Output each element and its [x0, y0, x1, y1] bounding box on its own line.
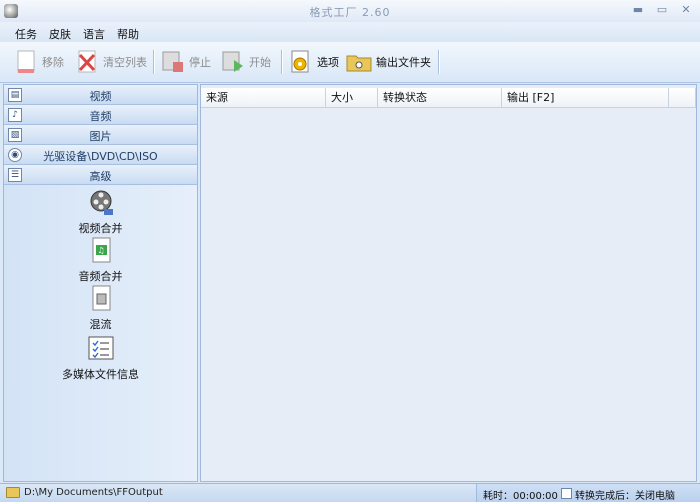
- tool-mux[interactable]: 混流: [4, 285, 197, 332]
- toolbar-separator: [153, 50, 155, 74]
- svg-text:♫: ♫: [97, 246, 104, 255]
- start-icon: [221, 49, 245, 75]
- tool-label: 视频合并: [78, 222, 123, 235]
- category-advanced[interactable]: ☰ 高级: [4, 165, 197, 185]
- options-label: 选项: [317, 56, 339, 69]
- tool-video-merge[interactable]: 视频合并: [4, 189, 197, 236]
- toolbar-separator: [438, 50, 440, 74]
- tool-label: 音频合并: [78, 270, 123, 283]
- category-audio[interactable]: ♪ 音频: [4, 105, 197, 125]
- column-source[interactable]: 来源: [201, 88, 326, 107]
- sidebar: ▤ 视频 ♪ 音频 ▧ 图片 ◉ 光驱设备\DVD\CD\ISO ☰ 高级 视频…: [3, 84, 198, 482]
- toolbar-separator: [281, 50, 283, 74]
- start-button[interactable]: 开始: [221, 48, 271, 76]
- film-reel-icon: [88, 189, 114, 217]
- clear-list-label: 清空列表: [103, 56, 147, 69]
- maximize-button[interactable]: ▭: [656, 3, 668, 17]
- output-path[interactable]: D:\My Documents\FFOutput: [6, 487, 163, 498]
- start-label: 开始: [249, 56, 271, 69]
- category-label: 视频: [89, 90, 112, 103]
- stop-label: 停止: [189, 56, 211, 69]
- elapsed-time: 耗时：00:00:00: [483, 491, 558, 502]
- output-folder-button[interactable]: 输出文件夹: [346, 48, 431, 76]
- column-status[interactable]: 转换状态: [378, 88, 502, 107]
- title-bar: 格式工厂 2.60 ▬ ▭ ✕: [0, 0, 700, 23]
- audio-file-icon: ♫: [88, 237, 114, 265]
- minimize-button[interactable]: ▬: [632, 3, 644, 17]
- category-disc[interactable]: ◉ 光驱设备\DVD\CD\ISO: [4, 145, 197, 165]
- checklist-icon: [88, 335, 114, 363]
- remove-button[interactable]: 移除: [14, 48, 64, 76]
- column-size[interactable]: 大小: [326, 88, 378, 107]
- remove-icon: [14, 49, 38, 75]
- menu-help[interactable]: 帮助: [117, 26, 139, 42]
- close-button[interactable]: ✕: [680, 3, 692, 17]
- folder-icon: [6, 487, 20, 498]
- menu-skin[interactable]: 皮肤: [49, 26, 71, 42]
- menu-task[interactable]: 任务: [15, 26, 37, 42]
- stop-icon: [161, 49, 185, 75]
- window-controls: ▬ ▭ ✕: [632, 3, 692, 17]
- tool-label: 混流: [89, 318, 112, 331]
- clear-list-icon: [75, 49, 99, 75]
- after-convert-label[interactable]: 转换完成后：关闭电脑: [575, 487, 675, 502]
- category-label: 音频: [89, 110, 112, 123]
- category-label: 高级: [89, 170, 112, 183]
- tool-audio-merge[interactable]: ♫ 音频合并: [4, 237, 197, 284]
- category-label: 光驱设备\DVD\CD\ISO: [43, 150, 158, 163]
- window-title: 格式工厂 2.60: [309, 6, 391, 19]
- tool-media-info[interactable]: 多媒体文件信息: [4, 335, 197, 382]
- category-label: 图片: [89, 130, 112, 143]
- column-header-row: 来源 大小 转换状态 输出 [F2]: [201, 88, 696, 108]
- tool-label: 多媒体文件信息: [62, 368, 139, 381]
- stop-button[interactable]: 停止: [161, 48, 211, 76]
- toolbar: 移除 清空列表 停止 开始 选项 输出文件夹: [0, 42, 700, 83]
- options-icon: [289, 49, 313, 75]
- file-list[interactable]: 来源 大小 转换状态 输出 [F2]: [200, 84, 697, 482]
- remove-label: 移除: [42, 56, 64, 69]
- status-bar: D:\My Documents\FFOutput 耗时：00:00:00 转换完…: [0, 483, 700, 502]
- category-video[interactable]: ▤ 视频: [4, 85, 197, 105]
- column-spacer: [669, 88, 696, 107]
- options-button[interactable]: 选项: [289, 48, 339, 76]
- column-output[interactable]: 输出 [F2]: [502, 88, 669, 107]
- category-picture[interactable]: ▧ 图片: [4, 125, 197, 145]
- folder-icon: [346, 49, 372, 75]
- mux-file-icon: [88, 285, 114, 313]
- output-path-text: D:\My Documents\FFOutput: [24, 487, 163, 498]
- menu-language[interactable]: 语言: [83, 26, 105, 42]
- output-folder-label: 输出文件夹: [376, 56, 431, 69]
- clear-list-button[interactable]: 清空列表: [75, 48, 147, 76]
- menu-bar: 任务 皮肤 语言 帮助: [0, 22, 700, 42]
- shutdown-checkbox[interactable]: [561, 488, 572, 499]
- status-right-panel: 耗时：00:00:00 转换完成后：关闭电脑: [476, 484, 700, 502]
